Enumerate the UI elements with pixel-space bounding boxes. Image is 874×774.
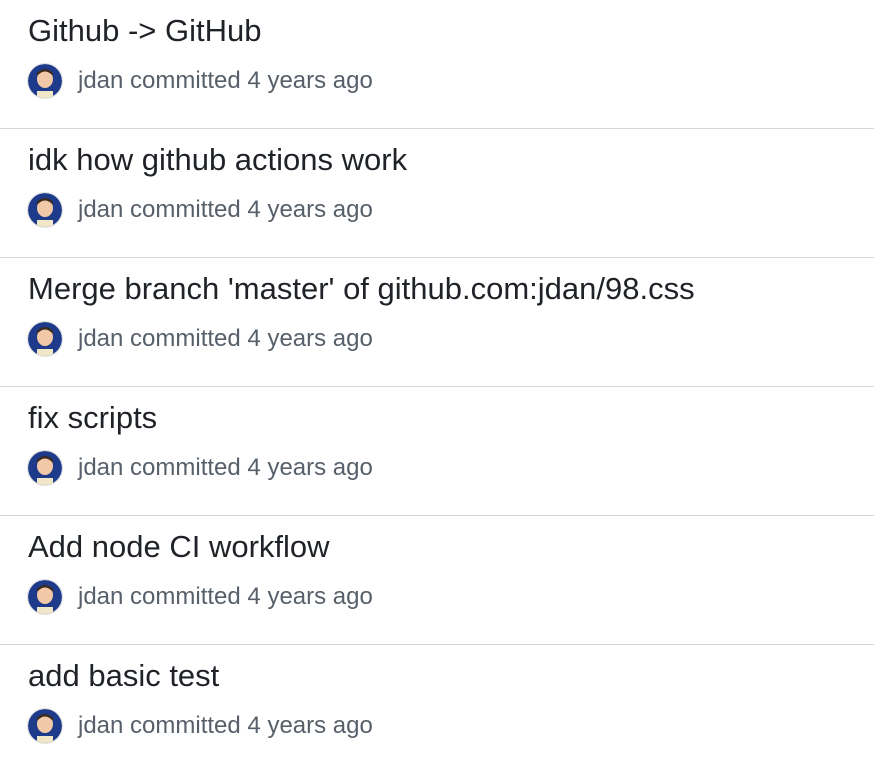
- commit-verb: committed: [130, 67, 241, 94]
- author-avatar[interactable]: [28, 709, 62, 743]
- author-link[interactable]: jdan: [78, 712, 123, 739]
- commit-title-link[interactable]: Merge branch 'master' of github.com:jdan…: [28, 270, 695, 308]
- commit-title-link[interactable]: idk how github actions work: [28, 141, 407, 179]
- commit-verb: committed: [130, 583, 241, 610]
- commit-item: Merge branch 'master' of github.com:jdan…: [0, 258, 874, 387]
- author-link[interactable]: jdan: [78, 67, 123, 94]
- author-avatar[interactable]: [28, 193, 62, 227]
- commit-meta: jdan committed 4 years ago: [28, 192, 373, 228]
- relative-time: 4 years ago: [247, 712, 373, 739]
- commit-meta-text: jdan committed 4 years ago: [78, 66, 373, 96]
- commit-meta-text: jdan committed 4 years ago: [78, 195, 373, 225]
- relative-time: 4 years ago: [247, 196, 373, 223]
- commit-item: Add node CI workflow jdan committed 4 ye…: [0, 516, 874, 645]
- author-avatar[interactable]: [28, 64, 62, 98]
- commit-title-link[interactable]: add basic test: [28, 657, 219, 695]
- commit-meta: jdan committed 4 years ago: [28, 63, 373, 99]
- commit-meta-text: jdan committed 4 years ago: [78, 453, 373, 483]
- commit-title-link[interactable]: Github -> GitHub: [28, 12, 261, 50]
- commit-verb: committed: [130, 454, 241, 481]
- relative-time: 4 years ago: [247, 67, 373, 94]
- commit-meta-text: jdan committed 4 years ago: [78, 582, 373, 612]
- author-link[interactable]: jdan: [78, 454, 123, 481]
- commit-meta: jdan committed 4 years ago: [28, 579, 373, 615]
- author-avatar[interactable]: [28, 580, 62, 614]
- commit-meta: jdan committed 4 years ago: [28, 321, 373, 357]
- relative-time: 4 years ago: [247, 325, 373, 352]
- author-link[interactable]: jdan: [78, 583, 123, 610]
- commit-title-link[interactable]: Add node CI workflow: [28, 528, 330, 566]
- relative-time: 4 years ago: [247, 583, 373, 610]
- commit-meta-text: jdan committed 4 years ago: [78, 711, 373, 741]
- commit-list: Github -> GitHub jdan committed 4 years …: [0, 0, 874, 774]
- commit-item: Github -> GitHub jdan committed 4 years …: [0, 0, 874, 129]
- author-link[interactable]: jdan: [78, 196, 123, 223]
- commit-verb: committed: [130, 712, 241, 739]
- commit-verb: committed: [130, 196, 241, 223]
- author-avatar[interactable]: [28, 322, 62, 356]
- commit-meta-text: jdan committed 4 years ago: [78, 324, 373, 354]
- commit-item: add basic test jdan committed 4 years ag…: [0, 645, 874, 774]
- commit-meta: jdan committed 4 years ago: [28, 450, 373, 486]
- commit-meta: jdan committed 4 years ago: [28, 708, 373, 744]
- commit-title-link[interactable]: fix scripts: [28, 399, 157, 437]
- author-link[interactable]: jdan: [78, 325, 123, 352]
- commit-item: fix scripts jdan committed 4 years ago: [0, 387, 874, 516]
- commit-item: idk how github actions work jdan committ…: [0, 129, 874, 258]
- commit-verb: committed: [130, 325, 241, 352]
- relative-time: 4 years ago: [247, 454, 373, 481]
- author-avatar[interactable]: [28, 451, 62, 485]
